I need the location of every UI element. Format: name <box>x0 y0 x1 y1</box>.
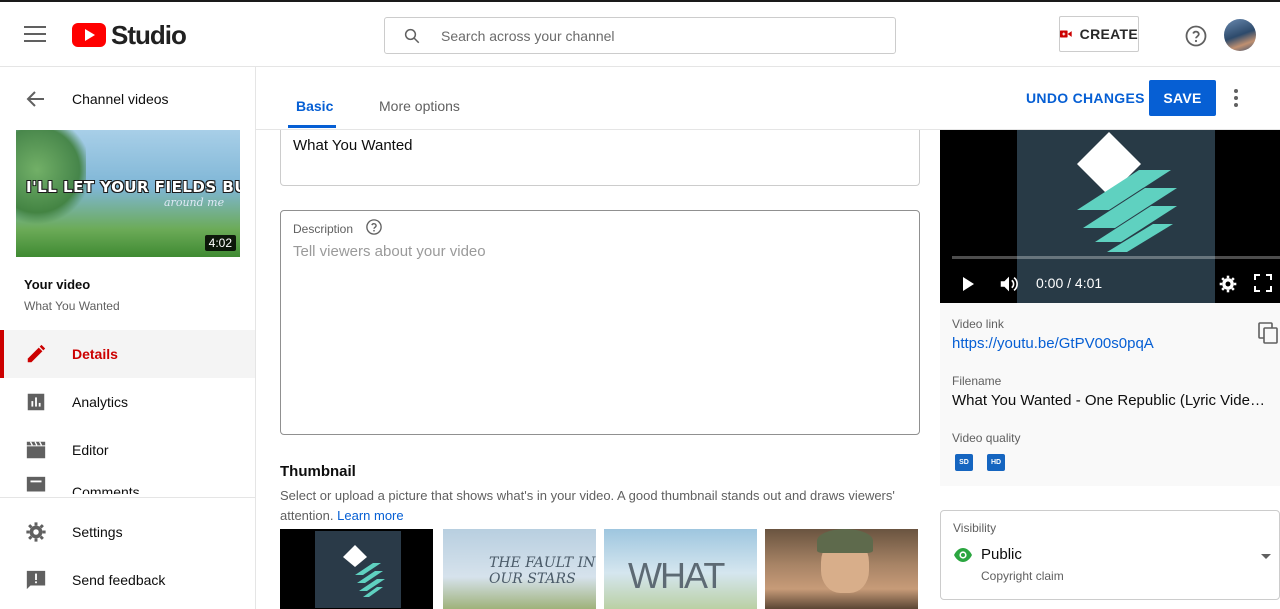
active-tab-indicator <box>288 125 336 128</box>
sidebar-item-label: Settings <box>72 524 123 540</box>
save-button[interactable]: SAVE <box>1149 80 1216 116</box>
visibility-label: Visibility <box>953 521 997 535</box>
sidebar-item-label: Editor <box>72 442 109 458</box>
thumbnail-option-text: THE FAULT IN OUR STARS <box>489 555 596 587</box>
thumbnail-caption: I'LL LET YOUR FIELDS BURN <box>26 178 240 196</box>
chevron-down-icon <box>1261 554 1271 559</box>
sidebar-item-analytics[interactable]: Analytics <box>0 378 255 426</box>
top-header: Studio CREATE <box>0 0 1280 67</box>
thumbnail-option[interactable] <box>280 529 433 609</box>
volume-icon[interactable] <box>998 273 1020 295</box>
video-quality-label: Video quality <box>952 431 1021 445</box>
description-placeholder: Tell viewers about your video <box>293 243 486 260</box>
video-info-card: Video link https://youtu.be/GtPV00s0pqA … <box>940 303 1280 486</box>
thumbnail-option-text: WHAT <box>628 555 725 596</box>
channel-videos-link[interactable]: Channel videos <box>72 91 169 107</box>
title-field[interactable]: What You Wanted <box>280 130 920 186</box>
video-link[interactable]: https://youtu.be/GtPV00s0pqA <box>952 335 1154 352</box>
analytics-icon <box>24 390 48 414</box>
avatar[interactable] <box>1224 19 1256 51</box>
video-title: What You Wanted <box>24 299 120 313</box>
more-actions-icon[interactable] <box>1232 89 1240 109</box>
tab-more-options[interactable]: More options <box>379 98 460 114</box>
thumbnail-option[interactable]: THE FAULT IN OUR STARS <box>443 529 596 609</box>
player-controls: 0:00 / 4:01 <box>940 270 1280 303</box>
play-icon[interactable] <box>960 275 976 293</box>
filename-label: Filename <box>952 374 1002 388</box>
video-camera-icon <box>1060 30 1072 38</box>
feedback-icon <box>24 568 48 592</box>
menu-icon[interactable] <box>24 26 46 42</box>
video-link-label: Video link <box>952 317 1004 331</box>
video-player[interactable]: 0:00 / 4:01 <box>940 130 1280 303</box>
visibility-dropdown[interactable]: Visibility Public Copyright claim <box>940 510 1280 600</box>
sidebar-bottom: Settings Send feedback <box>0 497 255 604</box>
sidebar-item-send-feedback[interactable]: Send feedback <box>0 556 255 604</box>
sidebar-item-editor[interactable]: Editor <box>0 426 255 474</box>
title-value: What You Wanted <box>293 137 413 154</box>
sidebar-item-comments[interactable]: Comments <box>0 474 255 494</box>
visibility-value: Public <box>981 546 1022 563</box>
progress-bar[interactable] <box>952 256 1280 259</box>
tabs-bar: Basic More options UNDO CHANGES SAVE <box>256 67 1280 130</box>
hd-quality-badge: HD <box>987 454 1005 471</box>
thumbnail-subcaption: around me <box>164 196 225 209</box>
help-icon[interactable] <box>1184 24 1208 48</box>
learn-more-link[interactable]: Learn more <box>337 508 403 523</box>
thumbnail-heading: Thumbnail <box>280 463 356 480</box>
create-label: CREATE <box>1079 26 1138 42</box>
search-input[interactable] <box>441 18 881 53</box>
eye-icon <box>954 548 972 562</box>
studio-logo[interactable]: Studio <box>72 19 187 50</box>
sidebar-item-label: Analytics <box>72 394 129 410</box>
filmora-logo-icon <box>343 545 385 597</box>
fullscreen-icon[interactable] <box>1254 274 1272 292</box>
gear-icon <box>24 520 48 544</box>
sidebar-item-label: Details <box>72 346 118 362</box>
thumbnail-option[interactable] <box>765 529 918 609</box>
comments-icon <box>24 474 48 494</box>
copy-icon[interactable] <box>1258 322 1278 344</box>
thumbnail-option[interactable]: WHAT <box>604 529 757 609</box>
search-box[interactable] <box>384 17 896 54</box>
sd-quality-badge: SD <box>955 454 973 471</box>
your-video-label: Your video <box>24 277 91 292</box>
pencil-icon <box>24 342 48 366</box>
tab-basic[interactable]: Basic <box>296 98 333 114</box>
sidebar-item-label: Send feedback <box>72 572 166 588</box>
thumbnail-help-text: Select or upload a picture that shows wh… <box>280 486 920 526</box>
sidebar-nav: Details Analytics Editor Comments <box>0 330 255 494</box>
undo-changes-button[interactable]: UNDO CHANGES <box>1026 90 1145 106</box>
sidebar-item-settings[interactable]: Settings <box>0 508 255 556</box>
filename-value: What You Wanted - One Republic (Lyric Vi… <box>952 392 1272 409</box>
gear-icon[interactable] <box>1218 274 1238 294</box>
player-time: 0:00 / 4:01 <box>1036 275 1103 291</box>
sidebar-item-details[interactable]: Details <box>0 330 255 378</box>
back-arrow-icon[interactable] <box>24 87 48 111</box>
left-sidebar: Channel videos I'LL LET YOUR FIELDS BURN… <box>0 67 256 609</box>
visibility-sub: Copyright claim <box>981 569 1064 583</box>
duration-badge: 4:02 <box>204 235 236 251</box>
clapperboard-icon <box>24 438 48 462</box>
help-icon[interactable] <box>365 218 383 236</box>
create-button[interactable]: CREATE <box>1059 16 1139 52</box>
youtube-play-icon <box>72 23 106 47</box>
video-thumbnail[interactable]: I'LL LET YOUR FIELDS BURN around me 4:02 <box>16 130 240 257</box>
search-icon <box>404 28 420 44</box>
description-field[interactable]: Description Tell viewers about your vide… <box>280 210 920 435</box>
description-label: Description <box>293 222 354 236</box>
sidebar-item-label: Comments <box>72 484 140 494</box>
logo-text: Studio <box>111 19 187 50</box>
